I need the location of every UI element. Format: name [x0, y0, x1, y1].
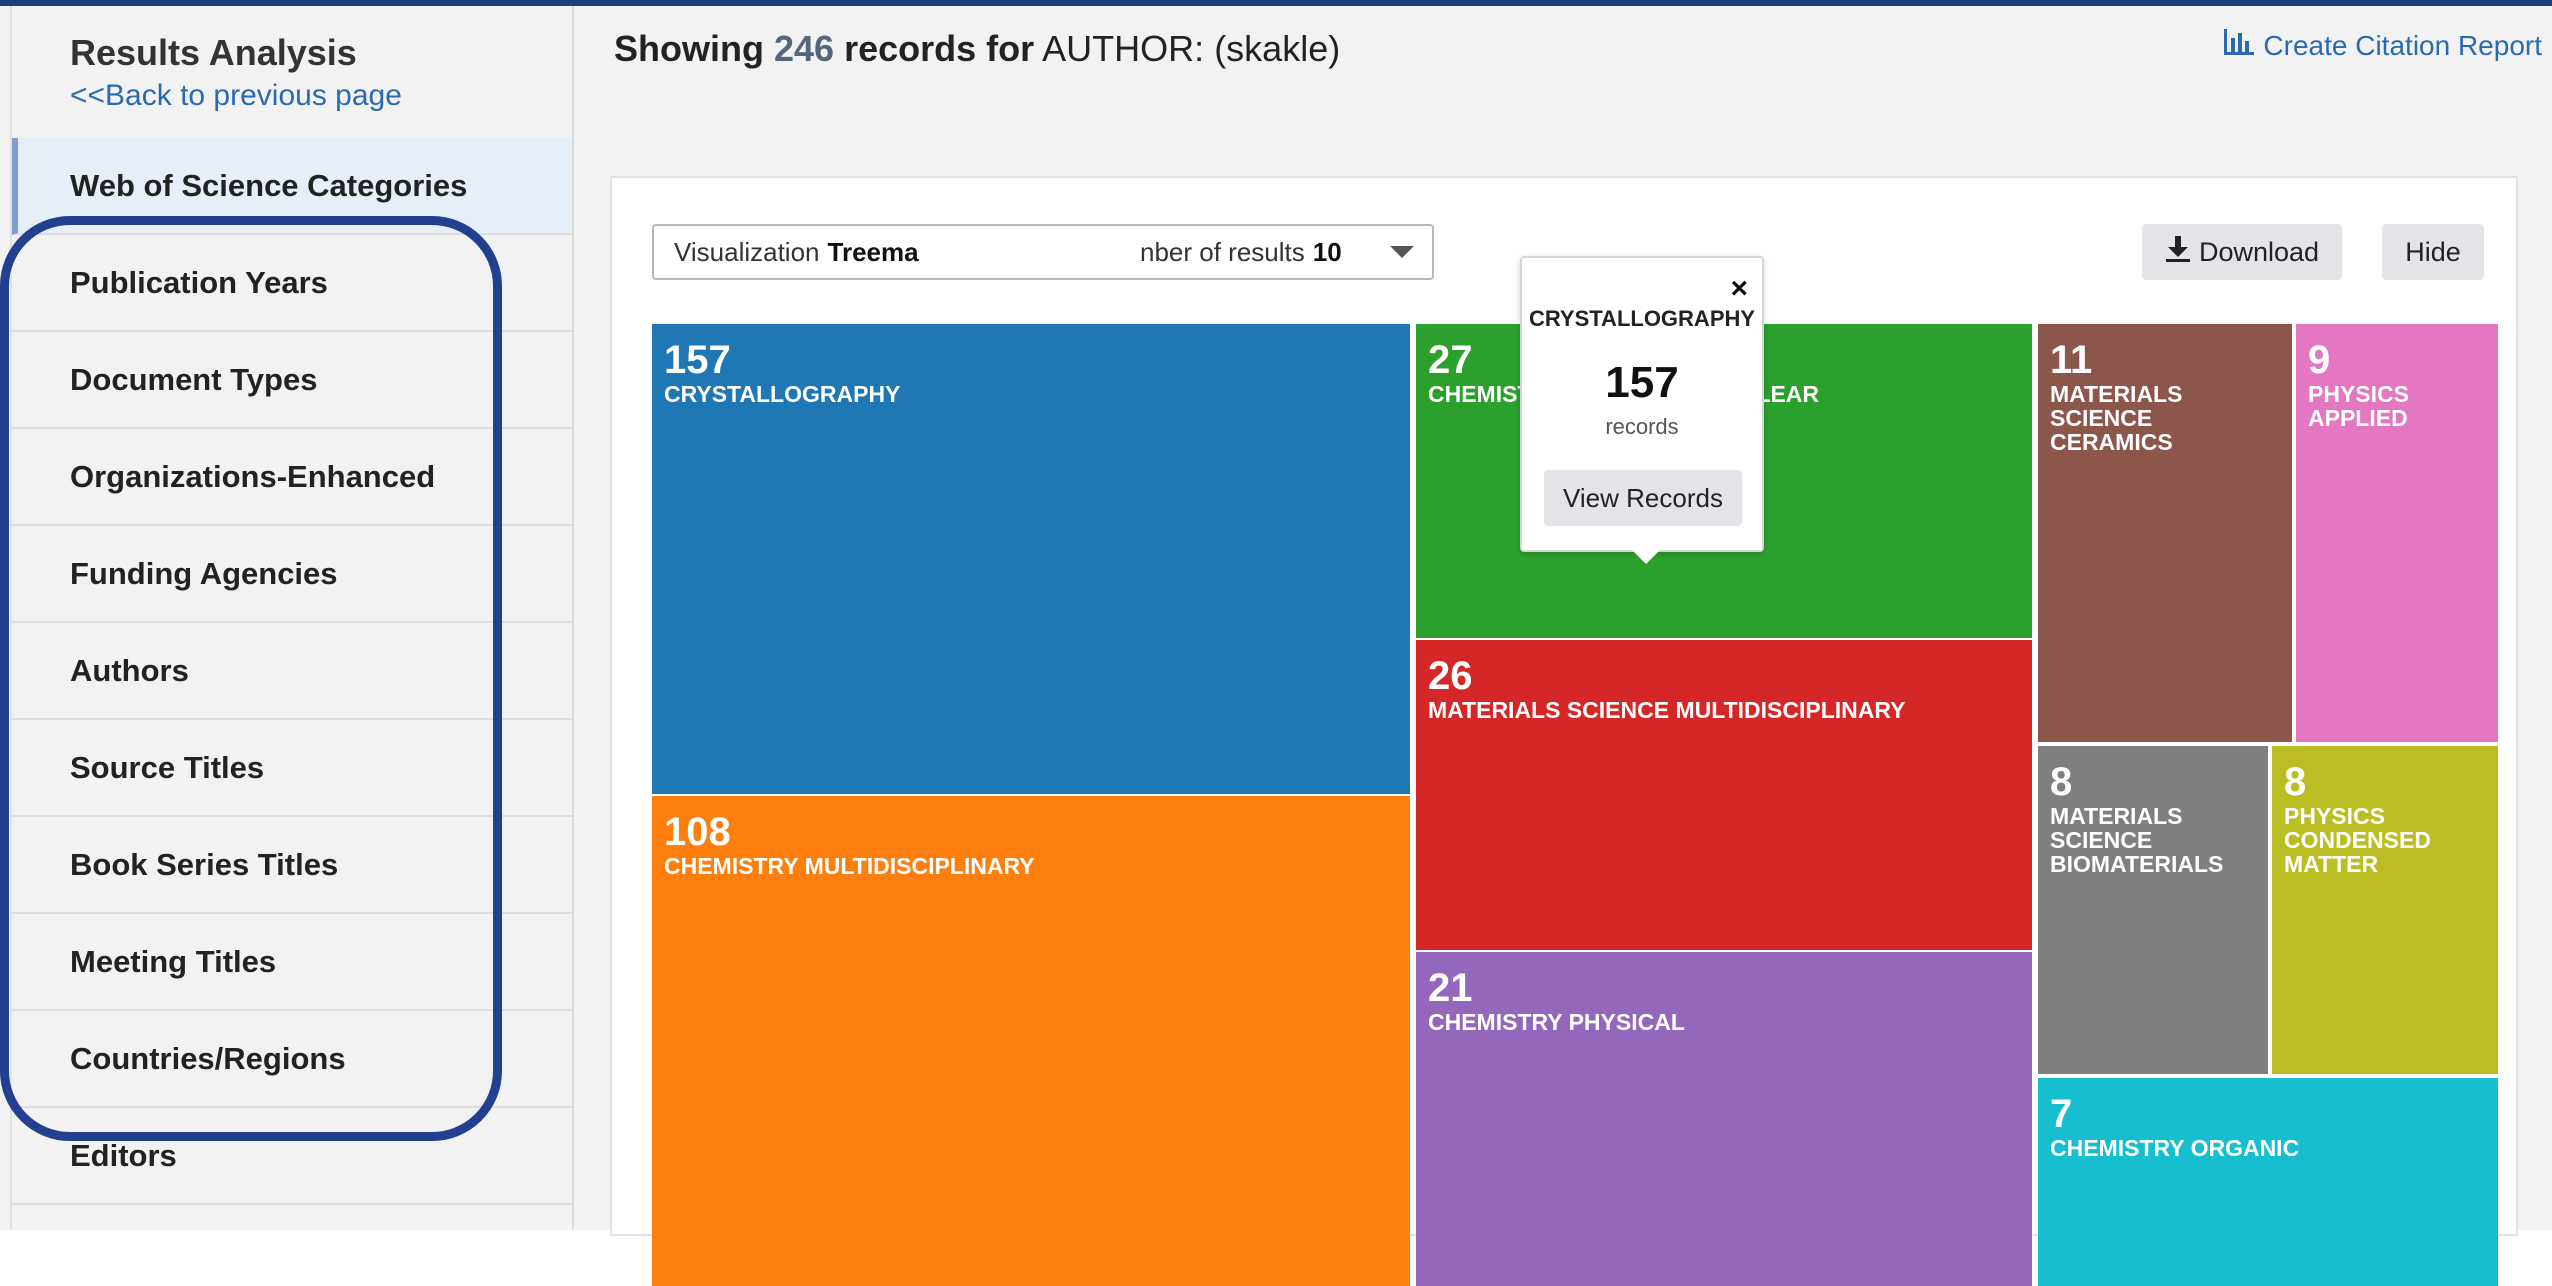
sidebar-item-organizations-enhanced[interactable]: Organizations-Enhanced [12, 429, 572, 526]
visualization-label: Visualization [674, 236, 820, 267]
treemap-cell[interactable]: 26 MATERIALS SCIENCE MULTIDISCIPLINARY [1416, 640, 2032, 950]
visualization-select[interactable]: Visualization Treema nber of results 10 [652, 224, 1434, 280]
sidebar-item-web-of-science-categories[interactable]: Web of Science Categories [12, 138, 572, 235]
hide-button[interactable]: Hide [2382, 224, 2484, 280]
treemap-cell-label: PHYSICS APPLIED [2308, 381, 2409, 431]
treemap-cell-value: 26 [1428, 654, 1473, 698]
treemap-cell-value: 157 [664, 338, 731, 382]
treemap-cell-label: MATERIALS SCIENCE BIOMATERIALS [2050, 803, 2224, 877]
treemap-cell-value: 9 [2308, 338, 2331, 382]
record-count: 246 [774, 28, 835, 69]
treemap-cell-value: 7 [2050, 1092, 2073, 1136]
treemap-cell-value: 8 [2050, 760, 2073, 804]
sidebar-item-editors[interactable]: Editors [12, 1108, 572, 1205]
chevron-down-icon[interactable] [1390, 246, 1414, 258]
category-tooltip: × CRYSTALLOGRAPHY 157 records View Recor… [1520, 256, 1764, 564]
treemap-cell[interactable]: 9 PHYSICS APPLIED [2296, 324, 2498, 742]
number-of-results-value: 10 [1312, 236, 1342, 267]
sidebar-header: Results Analysis <<Back to previous page [70, 30, 402, 116]
treemap-cell-label: MATERIALS SCIENCE MULTIDISCIPLINARY [1428, 697, 1906, 723]
sidebar-item-meeting-titles[interactable]: Meeting Titles [12, 914, 572, 1011]
create-citation-report-link[interactable]: Create Citation Report [2223, 28, 2542, 63]
treemap-cell[interactable]: 21 CHEMISTRY PHYSICAL [1416, 952, 2032, 1286]
download-label: Download [2198, 236, 2320, 267]
treemap-cell-label: CRYSTALLOGRAPHY [664, 381, 901, 407]
treemap-cell[interactable]: 8 MATERIALS SCIENCE BIOMATERIALS [2038, 746, 2268, 1074]
treemap-cell-value: 21 [1428, 966, 1473, 1010]
tooltip-unit: records [1605, 414, 1679, 439]
sidebar-item-authors[interactable]: Authors [12, 623, 572, 720]
bar-chart-icon [2223, 28, 2255, 63]
tooltip-category: CRYSTALLOGRAPHY [1528, 306, 1756, 331]
query-field: AUTHOR: [1042, 28, 1205, 69]
treemap-cell[interactable]: 108 CHEMISTRY MULTIDISCIPLINARY [652, 796, 1410, 1286]
treemap-cell-value: 108 [664, 810, 731, 854]
sidebar-title: Results Analysis [70, 32, 357, 73]
treemap-cell[interactable]: 157 CRYSTALLOGRAPHY [652, 324, 1410, 794]
results-heading: Showing 246 records for AUTHOR: (skakle) [614, 26, 1340, 72]
treemap-cell-label: CHEMISTRY MULTIDISCIPLINARY [664, 853, 1035, 879]
close-icon[interactable]: × [1730, 274, 1748, 304]
records-for-text: records for [844, 28, 1035, 69]
download-button[interactable]: Download [2142, 224, 2342, 280]
sidebar-item-countries-regions[interactable]: Countries/Regions [12, 1011, 572, 1108]
sidebar: Results Analysis <<Back to previous page… [0, 6, 574, 1230]
treemap-cell[interactable]: 8 PHYSICS CONDENSED MATTER [2272, 746, 2498, 1074]
treemap-cell-value: 11 [2050, 338, 2093, 382]
analysis-panel: Visualization Treema nber of results 10 … [610, 176, 2518, 1286]
visualization-value: Treema [827, 236, 919, 267]
number-of-results[interactable]: nber of results 10 [1140, 226, 1342, 278]
treemap-cell-label: PHYSICS CONDENSED MATTER [2284, 803, 2431, 877]
sidebar-item-source-titles[interactable]: Source Titles [12, 720, 572, 817]
back-link[interactable]: <<Back to previous page [70, 76, 402, 116]
sidebar-item-funding-agencies[interactable]: Funding Agencies [12, 526, 572, 623]
treemap-cell[interactable]: 7 CHEMISTRY ORGANIC [2038, 1078, 2498, 1286]
treemap-cell[interactable]: 11 MATERIALS SCIENCE CERAMICS [2038, 324, 2292, 742]
treemap-cell-label: MATERIALS SCIENCE CERAMICS [2050, 381, 2183, 455]
treemap-cell-label: CHEMISTRY PHYSICAL [1428, 1009, 1685, 1035]
citation-report-label: Create Citation Report [2263, 29, 2542, 61]
main-content: Showing 246 records for AUTHOR: (skakle)… [574, 6, 2552, 1286]
download-icon [2165, 235, 2191, 270]
sidebar-item-book-series-titles[interactable]: Book Series Titles [12, 817, 572, 914]
treemap-cell-value: 8 [2284, 760, 2307, 804]
showing-text: Showing [614, 28, 764, 69]
treemap-cell-label: CHEMISTRY ORGANIC [2050, 1135, 2300, 1161]
tooltip-count: 157 [1605, 358, 1679, 407]
query-value: (skakle) [1214, 28, 1341, 69]
sidebar-list: Web of Science Categories Publication Ye… [12, 138, 572, 1205]
number-of-results-label: nber of results [1140, 236, 1305, 267]
sidebar-item-publication-years[interactable]: Publication Years [12, 235, 572, 332]
sidebar-item-document-types[interactable]: Document Types [12, 332, 572, 429]
view-records-button[interactable]: View Records [1544, 470, 1742, 526]
